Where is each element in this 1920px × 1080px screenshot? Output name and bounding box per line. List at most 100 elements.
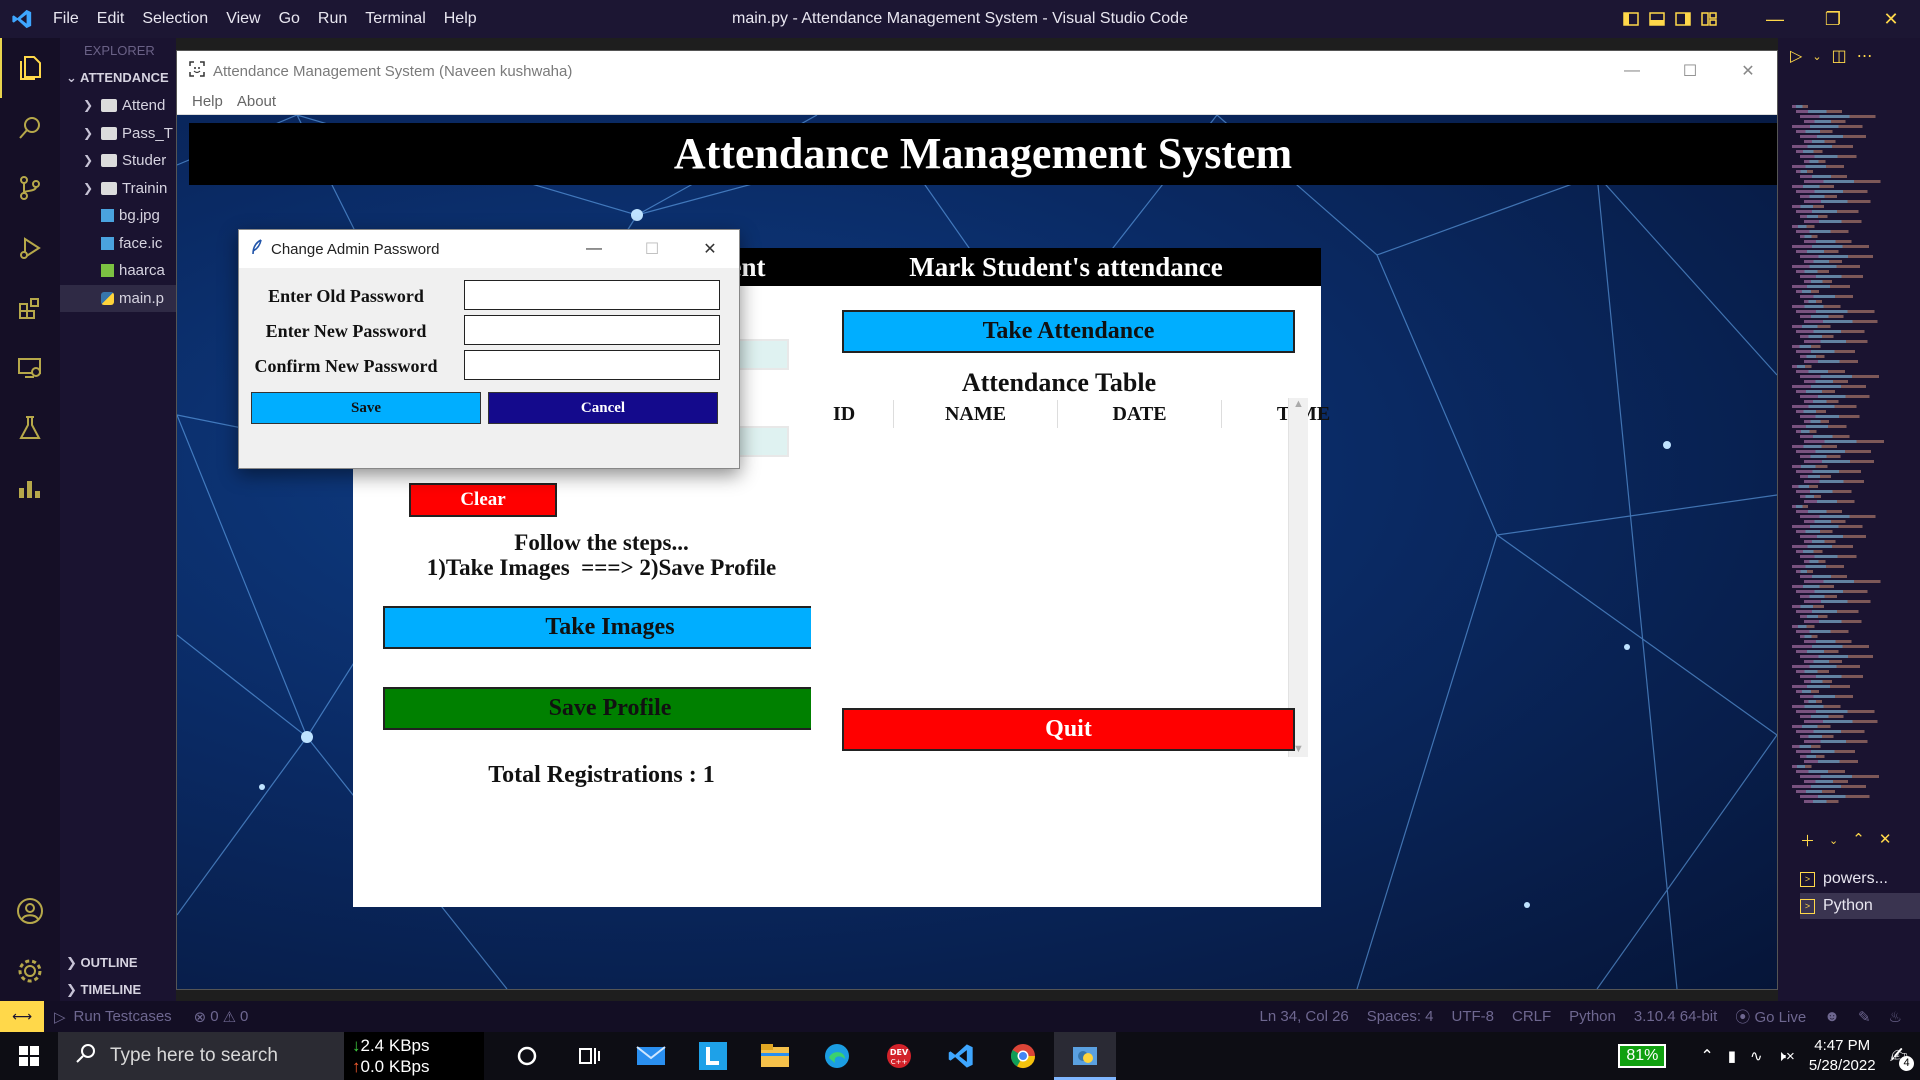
new-password-field[interactable] bbox=[464, 315, 720, 345]
source-control-icon[interactable] bbox=[0, 158, 60, 218]
tree-file-face[interactable]: face.ic bbox=[60, 230, 176, 258]
tree-folder-student[interactable]: ❯ Studer bbox=[60, 147, 176, 175]
menu-edit[interactable]: Edit bbox=[88, 0, 134, 38]
notification-center-icon[interactable]: ✍ 4 bbox=[1890, 1043, 1914, 1071]
cortana-icon[interactable] bbox=[496, 1032, 558, 1080]
line-ending[interactable]: CRLF bbox=[1512, 1008, 1551, 1025]
task-view-icon[interactable] bbox=[558, 1032, 620, 1080]
analytics-bars-icon[interactable] bbox=[0, 458, 60, 518]
menu-go[interactable]: Go bbox=[270, 0, 309, 38]
run-debug-icon[interactable] bbox=[0, 218, 60, 278]
customize-layout-icon[interactable] bbox=[1696, 0, 1722, 38]
indentation[interactable]: Spaces: 4 bbox=[1367, 1008, 1434, 1025]
menu-file[interactable]: File bbox=[44, 0, 88, 38]
settings-gear-icon[interactable] bbox=[0, 941, 60, 1001]
save-profile-button[interactable]: Save Profile bbox=[383, 687, 837, 730]
vscode-taskbar-icon[interactable] bbox=[930, 1032, 992, 1080]
scroll-up-chevron-icon[interactable]: ▲ bbox=[1289, 398, 1308, 410]
dialog-minimize-icon[interactable]: — bbox=[565, 230, 623, 268]
more-actions-icon[interactable]: ⋯ bbox=[1857, 46, 1873, 66]
column-name[interactable]: NAME bbox=[894, 400, 1058, 428]
app-menu-help[interactable]: Help bbox=[185, 91, 230, 114]
battery-indicator[interactable]: 81% bbox=[1618, 1044, 1667, 1068]
chrome-browser-icon[interactable] bbox=[992, 1032, 1054, 1080]
timeline-section[interactable]: ❯ TIMELINE bbox=[60, 976, 176, 1001]
toggle-secondary-sidebar-icon[interactable] bbox=[1670, 0, 1696, 38]
edge-browser-icon[interactable] bbox=[806, 1032, 868, 1080]
maximize-panel-icon[interactable]: ⌃ bbox=[1852, 830, 1865, 851]
app-menu-about[interactable]: About bbox=[230, 91, 283, 114]
show-hidden-icons-chevron-icon[interactable]: ⌃ bbox=[1700, 1046, 1713, 1066]
menu-run[interactable]: Run bbox=[309, 0, 356, 38]
explorer-root-folder[interactable]: ⌄ ATTENDANCE bbox=[60, 64, 176, 92]
account-icon[interactable] bbox=[0, 881, 60, 941]
terminal-tab-python[interactable]: > Python bbox=[1800, 893, 1920, 919]
explorer-icon[interactable] bbox=[0, 38, 60, 98]
windows-start-icon[interactable] bbox=[0, 1032, 58, 1080]
file-encoding[interactable]: UTF-8 bbox=[1452, 1008, 1495, 1025]
close-panel-icon[interactable]: ✕ bbox=[1879, 830, 1892, 851]
dialog-close-icon[interactable]: ✕ bbox=[681, 230, 739, 268]
devcpp-icon[interactable]: DEV C++ bbox=[868, 1032, 930, 1080]
python-interpreter[interactable]: 3.10.4 64-bit bbox=[1634, 1008, 1717, 1025]
tree-folder-pass[interactable]: ❯ Pass_T bbox=[60, 120, 176, 148]
vscode-restore-icon[interactable]: ❐ bbox=[1804, 0, 1862, 38]
copilot-icon[interactable]: ☻ bbox=[1824, 1008, 1840, 1025]
menu-selection[interactable]: Selection bbox=[133, 0, 217, 38]
feedback-icon[interactable]: ✎ bbox=[1858, 1008, 1871, 1026]
run-testcases-label[interactable]: Run Testcases bbox=[74, 1008, 172, 1025]
tree-file-haarcascade[interactable]: haarca bbox=[60, 257, 176, 285]
tree-file-main[interactable]: main.p bbox=[60, 284, 176, 312]
menu-view[interactable]: View bbox=[217, 0, 269, 38]
speaker-muted-icon[interactable]: 🕨× bbox=[1777, 1048, 1795, 1065]
attendance-table-scrollbar[interactable]: ▲ ▼ bbox=[1288, 398, 1308, 757]
app-close-icon[interactable]: ✕ bbox=[1719, 51, 1777, 91]
vscode-minimize-icon[interactable]: — bbox=[1746, 0, 1804, 38]
remote-explorer-icon[interactable] bbox=[0, 338, 60, 398]
minimap[interactable] bbox=[1792, 105, 1907, 825]
python-app-icon[interactable] bbox=[1054, 1032, 1116, 1080]
dialog-save-button[interactable]: Save bbox=[251, 392, 481, 424]
tree-file-bg[interactable]: bg.jpg bbox=[60, 202, 176, 230]
cursor-position[interactable]: Ln 34, Col 26 bbox=[1260, 1008, 1349, 1025]
app-maximize-icon[interactable]: ☐ bbox=[1661, 51, 1719, 91]
l-app-icon[interactable] bbox=[682, 1032, 744, 1080]
search-icon[interactable] bbox=[0, 98, 60, 158]
taskbar-clock[interactable]: 4:47 PM 5/28/2022 bbox=[1809, 1036, 1876, 1076]
tree-folder-attend[interactable]: ❯ Attend bbox=[60, 92, 176, 120]
terminal-tab-powershell[interactable]: > powers... bbox=[1800, 866, 1920, 892]
clear-button[interactable]: Clear bbox=[409, 483, 557, 517]
battery-icon[interactable]: ▮ bbox=[1728, 1047, 1736, 1065]
notifications-bell-icon[interactable]: ♨ bbox=[1889, 1008, 1902, 1026]
outline-section[interactable]: ❯ OUTLINE bbox=[60, 949, 176, 976]
vscode-close-icon[interactable]: ✕ bbox=[1862, 0, 1920, 38]
run-dropdown-chevron-icon[interactable]: ⌄ bbox=[1812, 46, 1821, 66]
take-images-button[interactable]: Take Images bbox=[383, 606, 837, 649]
column-id[interactable]: ID bbox=[821, 400, 894, 428]
language-mode[interactable]: Python bbox=[1569, 1008, 1616, 1025]
split-editor-icon[interactable]: ◫ bbox=[1832, 46, 1847, 66]
toggle-sidebar-icon[interactable] bbox=[1618, 0, 1644, 38]
wifi-icon[interactable]: ∿ bbox=[1750, 1047, 1763, 1065]
app-minimize-icon[interactable]: — bbox=[1603, 51, 1661, 91]
menu-terminal[interactable]: Terminal bbox=[356, 0, 434, 38]
testing-flask-icon[interactable] bbox=[0, 398, 60, 458]
tree-folder-training[interactable]: ❯ Trainin bbox=[60, 175, 176, 203]
extensions-icon[interactable] bbox=[0, 278, 60, 338]
quit-button[interactable]: Quit bbox=[842, 708, 1295, 751]
warnings-count[interactable]: 0 bbox=[240, 1008, 248, 1025]
go-live-button[interactable]: ⦿ Go Live bbox=[1735, 1006, 1806, 1027]
file-explorer-icon[interactable] bbox=[744, 1032, 806, 1080]
mail-app-icon[interactable] bbox=[620, 1032, 682, 1080]
problems-count[interactable]: 0 bbox=[210, 1008, 218, 1025]
remote-indicator-icon[interactable]: ⟷ bbox=[0, 1001, 44, 1032]
take-attendance-button[interactable]: Take Attendance bbox=[842, 310, 1295, 353]
taskbar-search-box[interactable]: Type here to search bbox=[58, 1032, 344, 1080]
terminal-dropdown-chevron-icon[interactable]: ⌄ bbox=[1829, 830, 1838, 851]
column-date[interactable]: DATE bbox=[1058, 400, 1222, 428]
old-password-field[interactable] bbox=[464, 280, 720, 310]
new-terminal-icon[interactable]: ＋ bbox=[1800, 830, 1815, 851]
confirm-password-field[interactable] bbox=[464, 350, 720, 380]
toggle-panel-icon[interactable] bbox=[1644, 0, 1670, 38]
run-python-icon[interactable]: ▷ bbox=[1790, 46, 1802, 66]
